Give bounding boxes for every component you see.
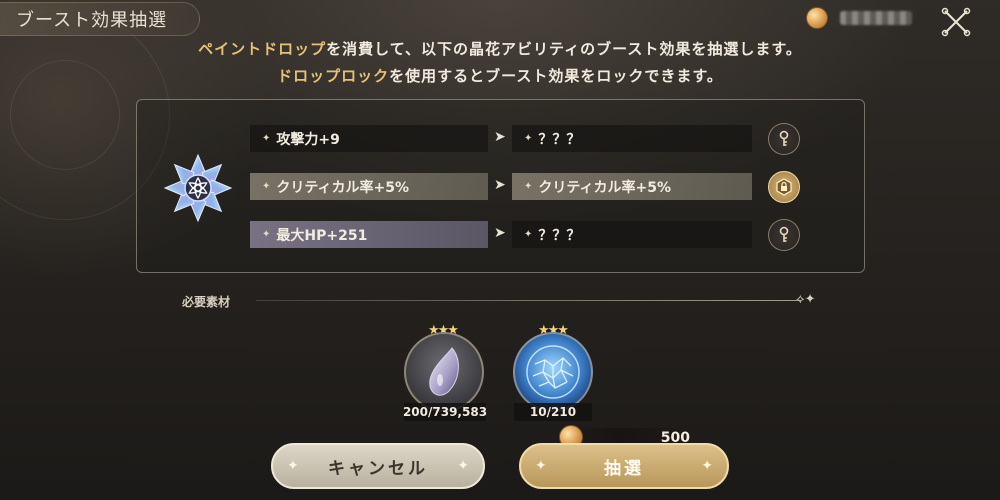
draw-button[interactable]: ✦ 抽選 ✦ bbox=[519, 443, 729, 489]
result-effect-1: ✦ ？？？ bbox=[512, 125, 752, 152]
paint-drop-keyword: ペイントドロップ bbox=[198, 40, 327, 58]
result-effect-label: クリティカル率+5% bbox=[538, 179, 672, 196]
sparkle-icon: ✦ bbox=[701, 458, 713, 474]
paint-drop-count: 200/739,583 bbox=[402, 403, 488, 421]
paint-drop-item[interactable] bbox=[404, 332, 484, 412]
paint-drop-icon bbox=[429, 347, 459, 396]
sparkle-icon: ✦ bbox=[457, 458, 469, 474]
lock-toggle-1[interactable] bbox=[768, 123, 800, 155]
sparkle-icon: ✦ bbox=[262, 181, 271, 192]
sparkle-icon: ✦ bbox=[535, 458, 547, 474]
crystal-flower-icon bbox=[163, 153, 233, 223]
sparkle-icon: ✦ bbox=[262, 133, 271, 144]
instruction-line-1: ペイントドロップを消費して、以下の晶花アビリティのブースト効果を抽選します。 bbox=[0, 38, 1000, 59]
sparkle-icon: ✦ bbox=[524, 229, 533, 240]
arrow-right-icon: ➤ bbox=[494, 129, 506, 145]
divider-ornament-icon: ⟡✦ bbox=[796, 292, 816, 307]
drop-lock-count: 10/210 bbox=[514, 403, 592, 421]
instruction-line-2: ドロップロックを使用するとブースト効果をロックできます。 bbox=[0, 65, 1000, 86]
instruction-text: を消費して、以下の晶花アビリティのブースト効果を抽選します。 bbox=[326, 40, 802, 58]
close-x-icon bbox=[941, 7, 971, 37]
locked-icon bbox=[776, 178, 792, 196]
result-effect-2: ✦ クリティカル率+5% bbox=[512, 173, 752, 200]
current-effect-label: 攻撃力+9 bbox=[276, 131, 340, 148]
screen-title: ブースト効果抽選 bbox=[16, 10, 168, 31]
current-effect-label: クリティカル率+5% bbox=[276, 179, 410, 196]
current-effect-3: ✦ 最大HP+251 bbox=[250, 221, 488, 248]
currency-display: *** **** bbox=[806, 6, 920, 30]
key-icon bbox=[779, 226, 789, 242]
current-effect-1: ✦ 攻撃力+9 bbox=[250, 125, 488, 152]
key-icon bbox=[779, 130, 789, 146]
sparkle-icon: ✦ bbox=[524, 133, 533, 144]
screen-title-tab: ブースト効果抽選 bbox=[0, 2, 200, 36]
coin-icon bbox=[806, 7, 828, 29]
arrow-right-icon: ➤ bbox=[494, 177, 506, 193]
sparkle-icon: ✦ bbox=[287, 458, 299, 474]
drop-lock-orb-icon bbox=[526, 345, 580, 399]
arrow-right-icon: ➤ bbox=[494, 225, 506, 241]
draw-button-label: 抽選 bbox=[604, 458, 644, 479]
lock-toggle-2[interactable] bbox=[768, 171, 800, 203]
drop-lock-keyword: ドロップロック bbox=[277, 67, 390, 85]
sparkle-icon: ✦ bbox=[262, 229, 271, 240]
drop-lock-item[interactable] bbox=[513, 332, 593, 412]
result-effect-3: ✦ ？？？ bbox=[512, 221, 752, 248]
divider bbox=[256, 300, 801, 301]
sparkle-icon: ✦ bbox=[524, 181, 533, 192]
result-effect-label: ？？？ bbox=[538, 131, 581, 148]
currency-value-blurred: *** **** bbox=[840, 11, 912, 25]
instruction-text: を使用するとブースト効果をロックできます。 bbox=[389, 67, 723, 85]
cancel-button-label: キャンセル bbox=[328, 458, 428, 479]
result-effect-label: ？？？ bbox=[538, 227, 581, 244]
current-effect-2: ✦ クリティカル率+5% bbox=[250, 173, 488, 200]
current-effect-label: 最大HP+251 bbox=[276, 227, 368, 244]
cancel-button[interactable]: ✦ キャンセル ✦ bbox=[271, 443, 485, 489]
close-button[interactable] bbox=[938, 4, 974, 40]
required-materials-label: 必要素材 bbox=[182, 295, 231, 309]
lock-toggle-3[interactable] bbox=[768, 219, 800, 251]
